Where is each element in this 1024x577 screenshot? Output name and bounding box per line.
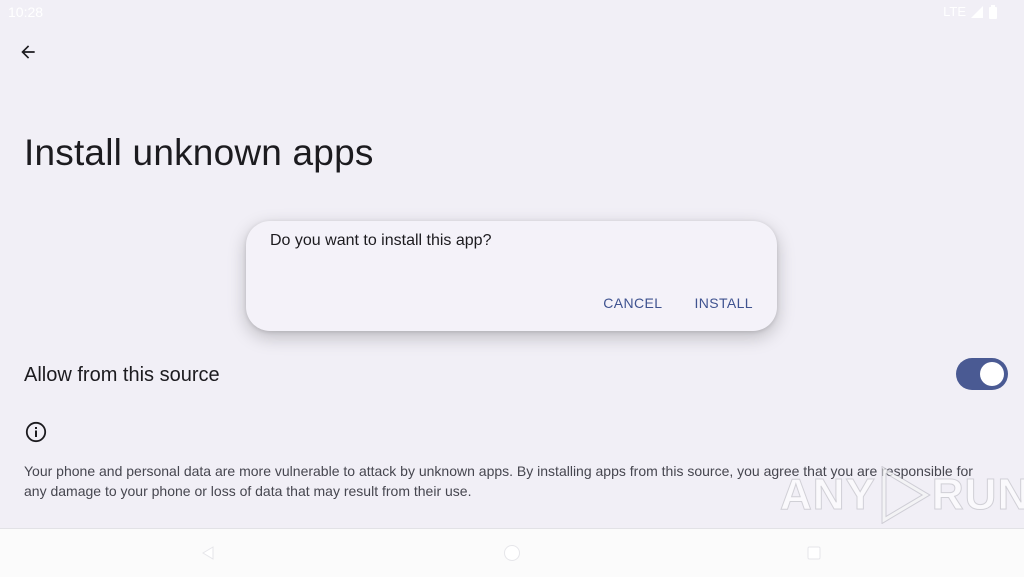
back-button[interactable] bbox=[8, 32, 48, 72]
status-indicators: LTE bbox=[943, 4, 998, 19]
info-icon bbox=[25, 421, 47, 443]
cancel-button[interactable]: CANCEL bbox=[591, 289, 674, 317]
triangle-back-icon bbox=[202, 546, 214, 560]
navigation-bar bbox=[0, 528, 1024, 577]
play-logo-icon bbox=[881, 466, 931, 524]
watermark: ANY RUN bbox=[780, 466, 1024, 524]
network-type: LTE bbox=[943, 4, 966, 19]
nav-home-button[interactable] bbox=[502, 543, 522, 563]
arrow-back-icon bbox=[21, 45, 35, 59]
watermark-right: RUN bbox=[931, 470, 1024, 520]
circle-home-icon bbox=[504, 545, 520, 561]
status-bar: 10:28 LTE bbox=[0, 0, 1024, 24]
nav-recents-button[interactable] bbox=[804, 543, 824, 563]
battery-icon bbox=[989, 4, 997, 19]
dialog-message: Do you want to install this app? bbox=[270, 232, 492, 249]
signal-icon bbox=[971, 5, 983, 18]
square-recents-icon bbox=[807, 546, 821, 560]
allow-source-toggle[interactable] bbox=[956, 358, 1008, 390]
dialog-actions: CANCEL INSTALL bbox=[591, 289, 765, 317]
allow-source-label: Allow from this source bbox=[24, 364, 220, 386]
nav-back-button[interactable] bbox=[198, 543, 218, 563]
toggle-thumb bbox=[980, 362, 1004, 386]
watermark-left: ANY bbox=[780, 470, 876, 520]
status-time: 10:28 bbox=[8, 4, 44, 20]
page-title: Install unknown apps bbox=[24, 132, 374, 173]
install-dialog: Do you want to install this app? CANCEL … bbox=[246, 221, 777, 331]
install-button[interactable]: INSTALL bbox=[682, 289, 765, 317]
